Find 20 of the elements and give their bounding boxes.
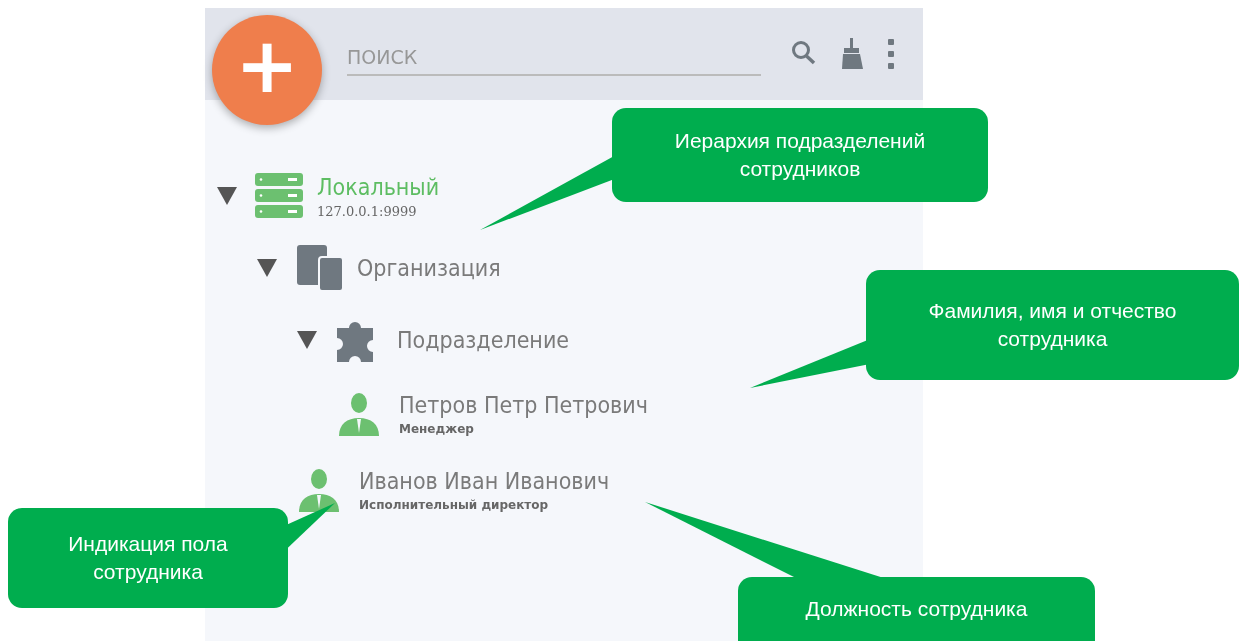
add-button[interactable]: + xyxy=(212,15,322,125)
node-label[interactable]: Организация xyxy=(357,255,501,281)
expand-arrow-icon[interactable] xyxy=(217,187,237,205)
person-icon xyxy=(297,468,341,512)
documents-icon xyxy=(295,245,343,291)
expand-arrow-icon[interactable] xyxy=(297,331,317,349)
server-icon xyxy=(255,173,303,219)
node-label[interactable]: Локальный xyxy=(317,173,440,200)
node-label[interactable]: Иванов Иван Иванович xyxy=(359,468,610,494)
more-icon[interactable] xyxy=(887,38,895,70)
node-label[interactable]: Подразделение xyxy=(397,327,570,353)
node-label[interactable]: Петров Петр Петрович xyxy=(399,392,648,418)
person-icon xyxy=(337,392,381,436)
expand-arrow-icon[interactable] xyxy=(257,259,277,277)
job-title: Менеджер xyxy=(399,422,475,436)
job-title: Исполнительный директор xyxy=(359,498,550,512)
callout: Должность сотрудника xyxy=(738,577,1095,641)
callout: Фамилия, имя и отчество сотрудника xyxy=(866,270,1239,380)
broom-icon[interactable] xyxy=(839,37,865,71)
server-address: 127.0.0.1:9999 xyxy=(317,203,418,219)
